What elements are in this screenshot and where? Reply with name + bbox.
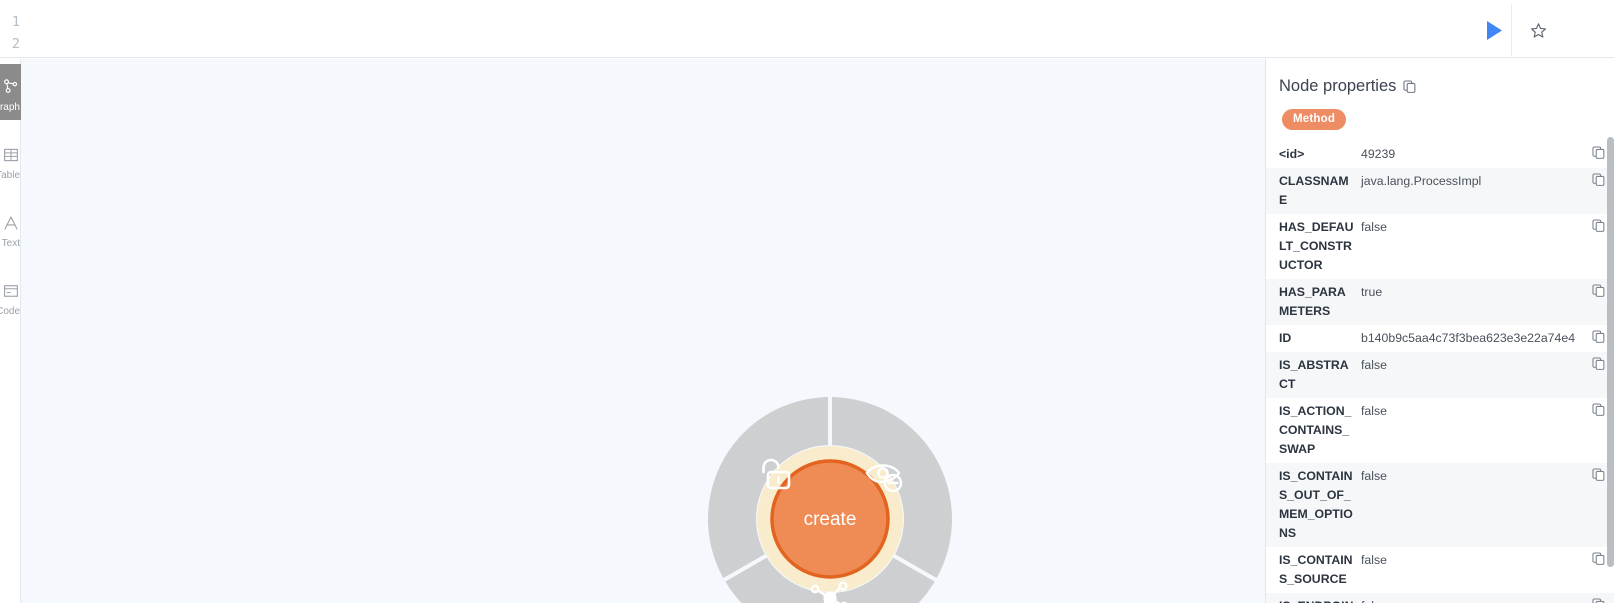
sidebar-item-text[interactable]: Text [0, 200, 21, 256]
property-row: IS_CONTAINS_SOURCE false [1266, 547, 1614, 593]
query-editor-card[interactable]: 1 2 match (source:Method {NAME: "create"… [0, 4, 1512, 140]
line-number: 1 [11, 14, 20, 30]
property-row: IS_ENDPOINTfalse [1266, 593, 1614, 603]
node-properties-panel[interactable]: Node properties Method <id> 49239 CLASSNAM… [1265, 59, 1614, 603]
property-value: false [1361, 404, 1387, 418]
copy-icon[interactable] [1592, 468, 1605, 481]
page-title: Node properties [1279, 77, 1397, 95]
favorite-button[interactable] [1523, 16, 1553, 44]
table-icon [0, 140, 21, 170]
property-row: CLASSNAME java.lang.ProcessImpl [1266, 168, 1614, 214]
copy-icon[interactable] [1592, 357, 1605, 370]
copy-icon[interactable] [1592, 146, 1605, 159]
copy-icon[interactable] [1592, 330, 1605, 343]
app-root: 1 2 match (source:Method {NAME: "create"… [0, 0, 1614, 603]
property-row: HAS_DEFAULT_CONSTRUCTOR false [1266, 214, 1614, 279]
sidebar-item-code[interactable]: Code [0, 268, 21, 324]
graph-canvas[interactable]: create [21, 59, 1265, 603]
property-row: IS_ABSTRACT false [1266, 352, 1614, 398]
copy-icon[interactable] [1592, 173, 1605, 186]
property-value: false [1361, 553, 1387, 567]
property-key: HAS_DEFAULT_CONSTRUCTOR [1279, 220, 1354, 272]
property-key: IS_ENDPOINT [1279, 597, 1361, 603]
property-key: IS_ABSTRACT [1279, 358, 1349, 391]
graph-node-label: create [804, 509, 857, 530]
property-key: <id> [1279, 147, 1305, 161]
property-key: CLASSNAME [1279, 174, 1349, 207]
property-key: IS_ACTION_CONTAINS_SWAP [1279, 404, 1352, 456]
property-value: java.lang.ProcessImpl [1361, 174, 1482, 188]
sidebar-item-label: Text [1, 237, 20, 249]
text-icon [0, 208, 21, 238]
sidebar-item-graph[interactable]: Graph [0, 64, 21, 120]
copy-icon[interactable] [1403, 80, 1416, 93]
copy-icon[interactable] [1592, 552, 1605, 565]
property-key: IS_CONTAINS_OUT_OF_MEM_OPTIONS [1279, 469, 1353, 540]
property-row: IS_CONTAINS_OUT_OF_MEM_OPTIONS false [1266, 463, 1614, 547]
query-editor-bar: 1 2 match (source:Method {NAME: "create"… [0, 0, 1614, 140]
sidebar-item-label: Graph [0, 101, 20, 113]
property-key: IS_CONTAINS_SOURCE [1279, 553, 1353, 586]
property-value: false [1361, 220, 1387, 234]
property-row: ID b140b9c5aa4c73f3bea623e3e22a74e4 [1266, 325, 1614, 352]
node-properties-inner: Node properties Method <id> 49239 CLASSNAM… [1266, 59, 1614, 603]
property-value: 49239 [1361, 147, 1396, 161]
line-number: 2 [11, 36, 20, 52]
status-badge[interactable]: Method [1282, 109, 1347, 130]
view-mode-rail: Graph Table Text [0, 59, 21, 603]
property-value: false [1361, 597, 1588, 603]
property-key: ID [1279, 331, 1292, 345]
run-query-button[interactable] [1478, 16, 1510, 44]
copy-icon[interactable] [1592, 598, 1605, 603]
code-icon [0, 276, 21, 306]
property-value: true [1361, 285, 1383, 299]
property-row: IS_ACTION_CONTAINS_SWAP false [1266, 398, 1614, 463]
property-rows: <id> 49239 CLASSNAME java.lang.ProcessImpl H… [1266, 141, 1614, 603]
graph-icon [0, 72, 21, 102]
copy-icon[interactable] [1592, 403, 1605, 416]
play-icon [1486, 20, 1502, 40]
graph-node-create[interactable]: create [707, 396, 953, 603]
sidebar-item-label: Code [0, 305, 20, 317]
sidebar-item-label: Table [0, 169, 20, 181]
star-icon [1530, 22, 1546, 38]
property-value: false [1361, 358, 1387, 372]
line-number-gutter: 1 2 [0, 4, 20, 56]
panel-scrollbar[interactable] [1607, 137, 1614, 567]
property-key: HAS_PARAMETERS [1279, 285, 1346, 318]
node-properties-header: Node properties [1266, 59, 1614, 96]
sidebar-item-table[interactable]: Table [0, 132, 21, 188]
copy-icon[interactable] [1592, 219, 1605, 232]
copy-icon[interactable] [1592, 284, 1605, 297]
node-label-badge-row: Method [1266, 96, 1614, 141]
property-value: b140b9c5aa4c73f3bea623e3e22a74e4 [1361, 331, 1576, 345]
property-value: false [1361, 469, 1387, 483]
property-row: HAS_PARAMETERS true [1266, 279, 1614, 325]
property-row: <id> 49239 [1266, 141, 1614, 168]
query-code-input[interactable]: match (source:Method {NAME: "create"}) w… [20, 4, 1511, 140]
